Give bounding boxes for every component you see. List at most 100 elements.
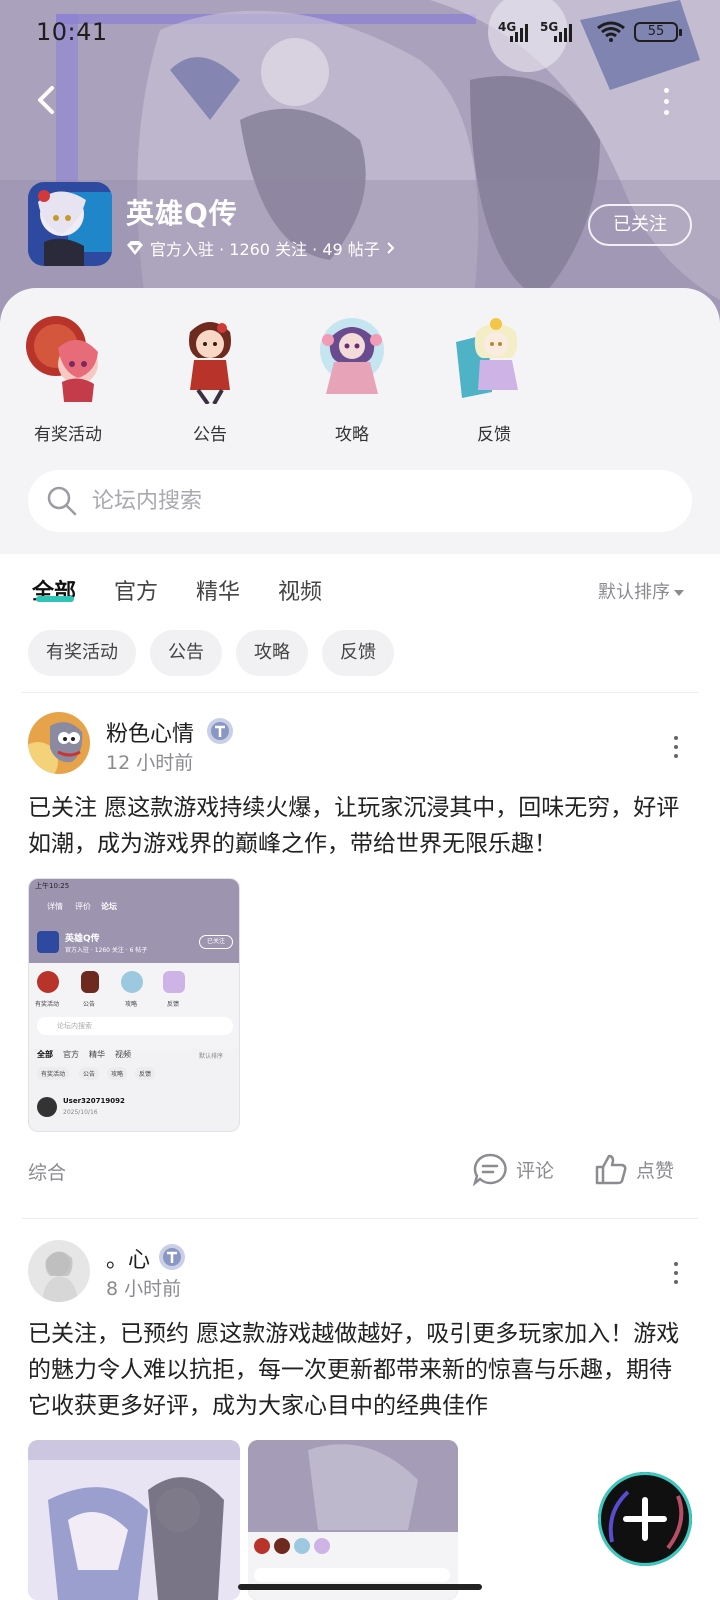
thumb-title: 英雄Q传 <box>65 934 100 944</box>
follow-button[interactable]: 已关注 <box>588 204 692 246</box>
avatar[interactable] <box>28 1240 90 1302</box>
tab-featured[interactable]: 精华 <box>196 574 240 606</box>
thumb-cat-label: 有奖活动 <box>35 1001 60 1008</box>
category-guide[interactable]: 攻略 <box>300 312 404 445</box>
author-name[interactable]: 粉色心情 <box>106 716 194 748</box>
thumb-chip: 反馈 <box>135 1067 156 1080</box>
thumb-cat-label: 攻略 <box>125 1001 138 1008</box>
category-chips: 有奖活动 公告 攻略 反馈 <box>28 630 394 676</box>
post-divider <box>22 1218 698 1219</box>
category-panel: 有奖活动 公告 攻略 反馈 论坛内搜索 <box>0 288 720 554</box>
thumb-tab: 全部 <box>37 1050 53 1059</box>
chip-guide[interactable]: 攻略 <box>236 630 308 676</box>
thumb-cat-pic <box>37 971 59 993</box>
plus-icon <box>608 1490 684 1550</box>
comment-button[interactable]: 评论 <box>472 1152 554 1186</box>
chip-notice[interactable]: 公告 <box>150 630 222 676</box>
chip-feedback[interactable]: 反馈 <box>322 630 394 676</box>
tab-official[interactable]: 官方 <box>114 574 158 606</box>
sort-label: 默认排序 <box>598 582 670 603</box>
category-notice[interactable]: 公告 <box>158 312 262 445</box>
event-character-icon <box>26 316 98 402</box>
notice-character-icon <box>189 322 231 406</box>
category-feedback[interactable]: 反馈 <box>442 312 546 445</box>
comment-label: 评论 <box>516 1159 555 1182</box>
guide-character-icon <box>320 318 384 394</box>
signal-icon <box>554 22 572 42</box>
thumb-tab: 官方 <box>63 1050 79 1059</box>
post-time: 8 小时前 <box>106 1278 182 1300</box>
section-divider <box>22 692 698 693</box>
more-options-icon[interactable] <box>660 86 672 115</box>
back-arrow-icon[interactable] <box>28 80 64 120</box>
status-time: 10:41 <box>36 18 108 46</box>
search-icon <box>47 486 77 516</box>
post-image[interactable]: 上午10:25 详情 评价 论坛 英雄Q传 官方入驻 · 1260 关注 · 6… <box>28 878 240 1132</box>
create-post-button[interactable] <box>598 1472 692 1566</box>
thumb-nav-detail: 详情 <box>47 902 63 911</box>
post-image-art <box>248 1440 458 1600</box>
sort-dropdown[interactable]: 默认排序 <box>598 578 684 604</box>
author-name[interactable]: 。心 <box>106 1242 150 1274</box>
post-time: 12 小时前 <box>106 752 194 774</box>
like-button[interactable]: 点赞 <box>594 1152 674 1186</box>
thumb-nav-review: 评价 <box>75 902 91 911</box>
thumb-status-time: 上午10:25 <box>35 882 70 890</box>
thumb-follow: 已关注 <box>199 935 233 949</box>
thumb-chip: 有奖活动 <box>37 1067 70 1080</box>
thumb-chip: 公告 <box>79 1067 100 1080</box>
verified-diamond-icon <box>127 241 143 255</box>
post-more-icon[interactable] <box>673 1262 679 1284</box>
forum-meta-text: 官方入驻 · 1260 关注 · 49 帖子 <box>150 240 380 259</box>
avatar[interactable] <box>28 712 90 774</box>
thumb-nav-forum: 论坛 <box>101 902 117 911</box>
post-image-art <box>28 1440 240 1600</box>
chip-event[interactable]: 有奖活动 <box>28 630 136 676</box>
thumbs-up-icon <box>595 1154 627 1185</box>
like-label: 点赞 <box>636 1159 675 1182</box>
thumb-cat-label: 公告 <box>83 1001 96 1008</box>
caret-down-icon <box>674 590 684 596</box>
thumb-chip: 攻略 <box>107 1067 128 1080</box>
thumb-search-placeholder: 论坛内搜索 <box>57 1022 92 1030</box>
category-label: 反馈 <box>477 425 511 445</box>
post-more-icon[interactable] <box>673 736 679 758</box>
signal-icon <box>510 22 528 42</box>
wifi-icon <box>597 21 625 42</box>
thumb-meta: 官方入驻 · 1260 关注 · 6 帖子 <box>65 947 148 954</box>
post-image[interactable] <box>28 1440 240 1600</box>
thumb-sort: 默认排序 <box>199 1053 224 1060</box>
forum-search-bar[interactable] <box>28 470 692 532</box>
category-event[interactable]: 有奖活动 <box>16 312 120 445</box>
thumb-cat-pic <box>81 971 99 993</box>
thumb-avatar <box>37 1097 57 1117</box>
search-input[interactable] <box>92 470 652 532</box>
category-label: 攻略 <box>335 425 369 445</box>
status-bar: 10:41 4G 5G 55 <box>0 0 720 64</box>
level-badge-icon <box>207 718 233 744</box>
chevron-right-icon <box>387 242 395 254</box>
feedback-character-icon <box>456 318 518 398</box>
tab-video[interactable]: 视频 <box>278 574 322 606</box>
category-label: 公告 <box>193 425 227 445</box>
thumb-cat-label: 反馈 <box>167 1001 180 1008</box>
post-content[interactable]: 已关注，已预约 愿这款游戏越做越好，吸引更多玩家加入！游戏的魅力令人难以抗拒，每… <box>28 1316 692 1424</box>
forum-header: 10:41 4G 5G 55 英雄Q传 官方入驻 · 1260 关注 · 49 … <box>0 0 720 330</box>
forum-title: 英雄Q传 <box>126 197 238 230</box>
active-tab-indicator <box>36 596 74 602</box>
thumb-cat-pic <box>121 971 143 993</box>
level-badge-icon <box>159 1244 185 1270</box>
comment-icon <box>472 1153 507 1186</box>
home-indicator[interactable] <box>238 1584 482 1590</box>
thumb-logo <box>37 931 59 953</box>
thumb-user: User320719092 <box>63 1097 125 1105</box>
post-tag[interactable]: 综合 <box>28 1158 66 1185</box>
thumb-tab: 视频 <box>115 1050 131 1059</box>
post-image[interactable] <box>248 1440 458 1600</box>
battery-icon: 55 <box>634 22 682 42</box>
category-label: 有奖活动 <box>34 425 102 445</box>
thumb-cat-pic <box>163 971 185 993</box>
post-content[interactable]: 已关注 愿这款游戏持续火爆，让玩家沉浸其中，回味无穷，好评如潮，成为游戏界的巅峰… <box>28 790 692 862</box>
thumb-search: 论坛内搜索 <box>37 1017 233 1035</box>
forum-meta-link[interactable]: 官方入驻 · 1260 关注 · 49 帖子 <box>126 236 396 260</box>
